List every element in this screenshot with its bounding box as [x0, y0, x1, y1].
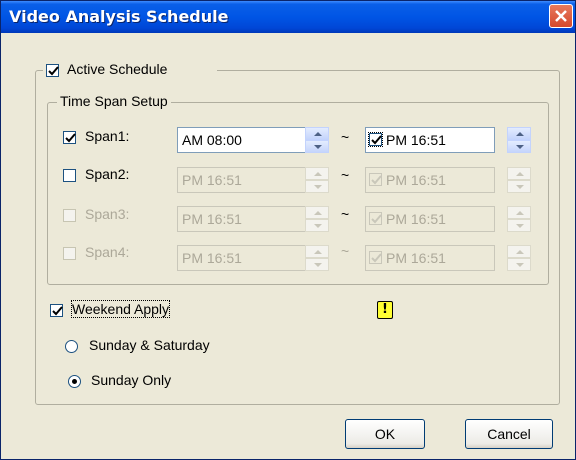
- span4-separator: ~: [341, 243, 350, 259]
- active-schedule-label: Active Schedule: [67, 61, 168, 77]
- span3-start-spinner: [305, 206, 329, 232]
- span1-end-value: PM 16:51: [386, 132, 446, 148]
- radio-sunday-only[interactable]: [68, 375, 81, 388]
- radio-selected-dot: [72, 379, 77, 384]
- span4-end-value: PM 16:51: [386, 250, 446, 266]
- span2-end-value: PM 16:51: [386, 172, 446, 188]
- span2-checkbox[interactable]: [63, 169, 76, 182]
- span3-end-checkbox: [369, 212, 382, 225]
- span1-start-spinner[interactable]: [305, 127, 329, 153]
- spin-down-button[interactable]: [507, 140, 531, 153]
- span2-end-spinner: [507, 167, 531, 193]
- span1-end-checkbox[interactable]: [368, 132, 383, 147]
- span2-end-field: PM 16:51: [365, 167, 495, 193]
- radio-sunday-only-label[interactable]: Sunday Only: [91, 372, 171, 388]
- span2-start-spinner: [305, 167, 329, 193]
- span3-end-field: PM 16:51: [365, 206, 495, 232]
- span3-start-field: PM 16:51: [177, 206, 307, 232]
- window-title: Video Analysis Schedule: [9, 7, 229, 26]
- span1-end-field[interactable]: PM 16:51: [365, 127, 495, 153]
- warning-icon: !: [377, 301, 393, 319]
- span4-start-spinner: [305, 245, 329, 271]
- span3-checkbox: [63, 209, 76, 222]
- span3-label: Span3:: [85, 206, 130, 222]
- spin-down-button: [507, 258, 531, 271]
- close-icon: [555, 10, 567, 22]
- span1-label: Span1:: [85, 128, 130, 144]
- span3-separator: ~: [341, 206, 350, 222]
- close-button[interactable]: [549, 4, 573, 28]
- spin-down-button: [507, 180, 531, 193]
- spin-down-button: [305, 180, 329, 193]
- span1-checkbox[interactable]: [63, 131, 76, 144]
- spin-up-button[interactable]: [507, 127, 531, 140]
- cancel-button[interactable]: Cancel: [465, 419, 553, 449]
- span4-end-spinner: [507, 245, 531, 271]
- active-schedule-legend: Active Schedule: [43, 61, 217, 81]
- span3-end-spinner: [507, 206, 531, 232]
- spin-up-button: [507, 167, 531, 180]
- weekend-apply-checkbox[interactable]: [50, 304, 63, 317]
- span4-checkbox: [63, 247, 76, 260]
- radio-sunday-saturday[interactable]: [65, 340, 78, 353]
- spin-up-button: [305, 206, 329, 219]
- spin-down-button: [305, 219, 329, 232]
- spin-up-button[interactable]: [305, 127, 329, 140]
- span1-start-field[interactable]: AM 08:00: [177, 127, 307, 153]
- ok-button[interactable]: OK: [345, 419, 425, 449]
- spin-up-button: [507, 206, 531, 219]
- radio-sunday-saturday-label[interactable]: Sunday & Saturday: [89, 337, 210, 353]
- span2-separator: ~: [341, 167, 350, 183]
- span1-end-spinner[interactable]: [507, 127, 531, 153]
- spin-up-button: [305, 167, 329, 180]
- dialog-window: Video Analysis Schedule Active Schedule …: [0, 0, 576, 460]
- span4-end-field: PM 16:51: [365, 245, 495, 271]
- span4-label: Span4:: [85, 244, 130, 260]
- spin-up-button: [305, 245, 329, 258]
- active-schedule-checkbox[interactable]: [46, 64, 59, 77]
- span1-separator: ~: [341, 129, 350, 145]
- spin-down-button: [305, 258, 329, 271]
- weekend-apply-label[interactable]: Weekend Apply: [70, 300, 171, 318]
- span2-start-field: PM 16:51: [177, 167, 307, 193]
- time-span-legend: Time Span Setup: [57, 93, 171, 109]
- span4-start-field: PM 16:51: [177, 245, 307, 271]
- title-bar: Video Analysis Schedule: [1, 1, 575, 33]
- spin-up-button: [507, 245, 531, 258]
- span4-end-checkbox: [369, 251, 382, 264]
- span2-label: Span2:: [85, 166, 130, 182]
- span3-end-value: PM 16:51: [386, 211, 446, 227]
- spin-down-button: [507, 219, 531, 232]
- spin-down-button[interactable]: [305, 140, 329, 153]
- span2-end-checkbox: [369, 173, 382, 186]
